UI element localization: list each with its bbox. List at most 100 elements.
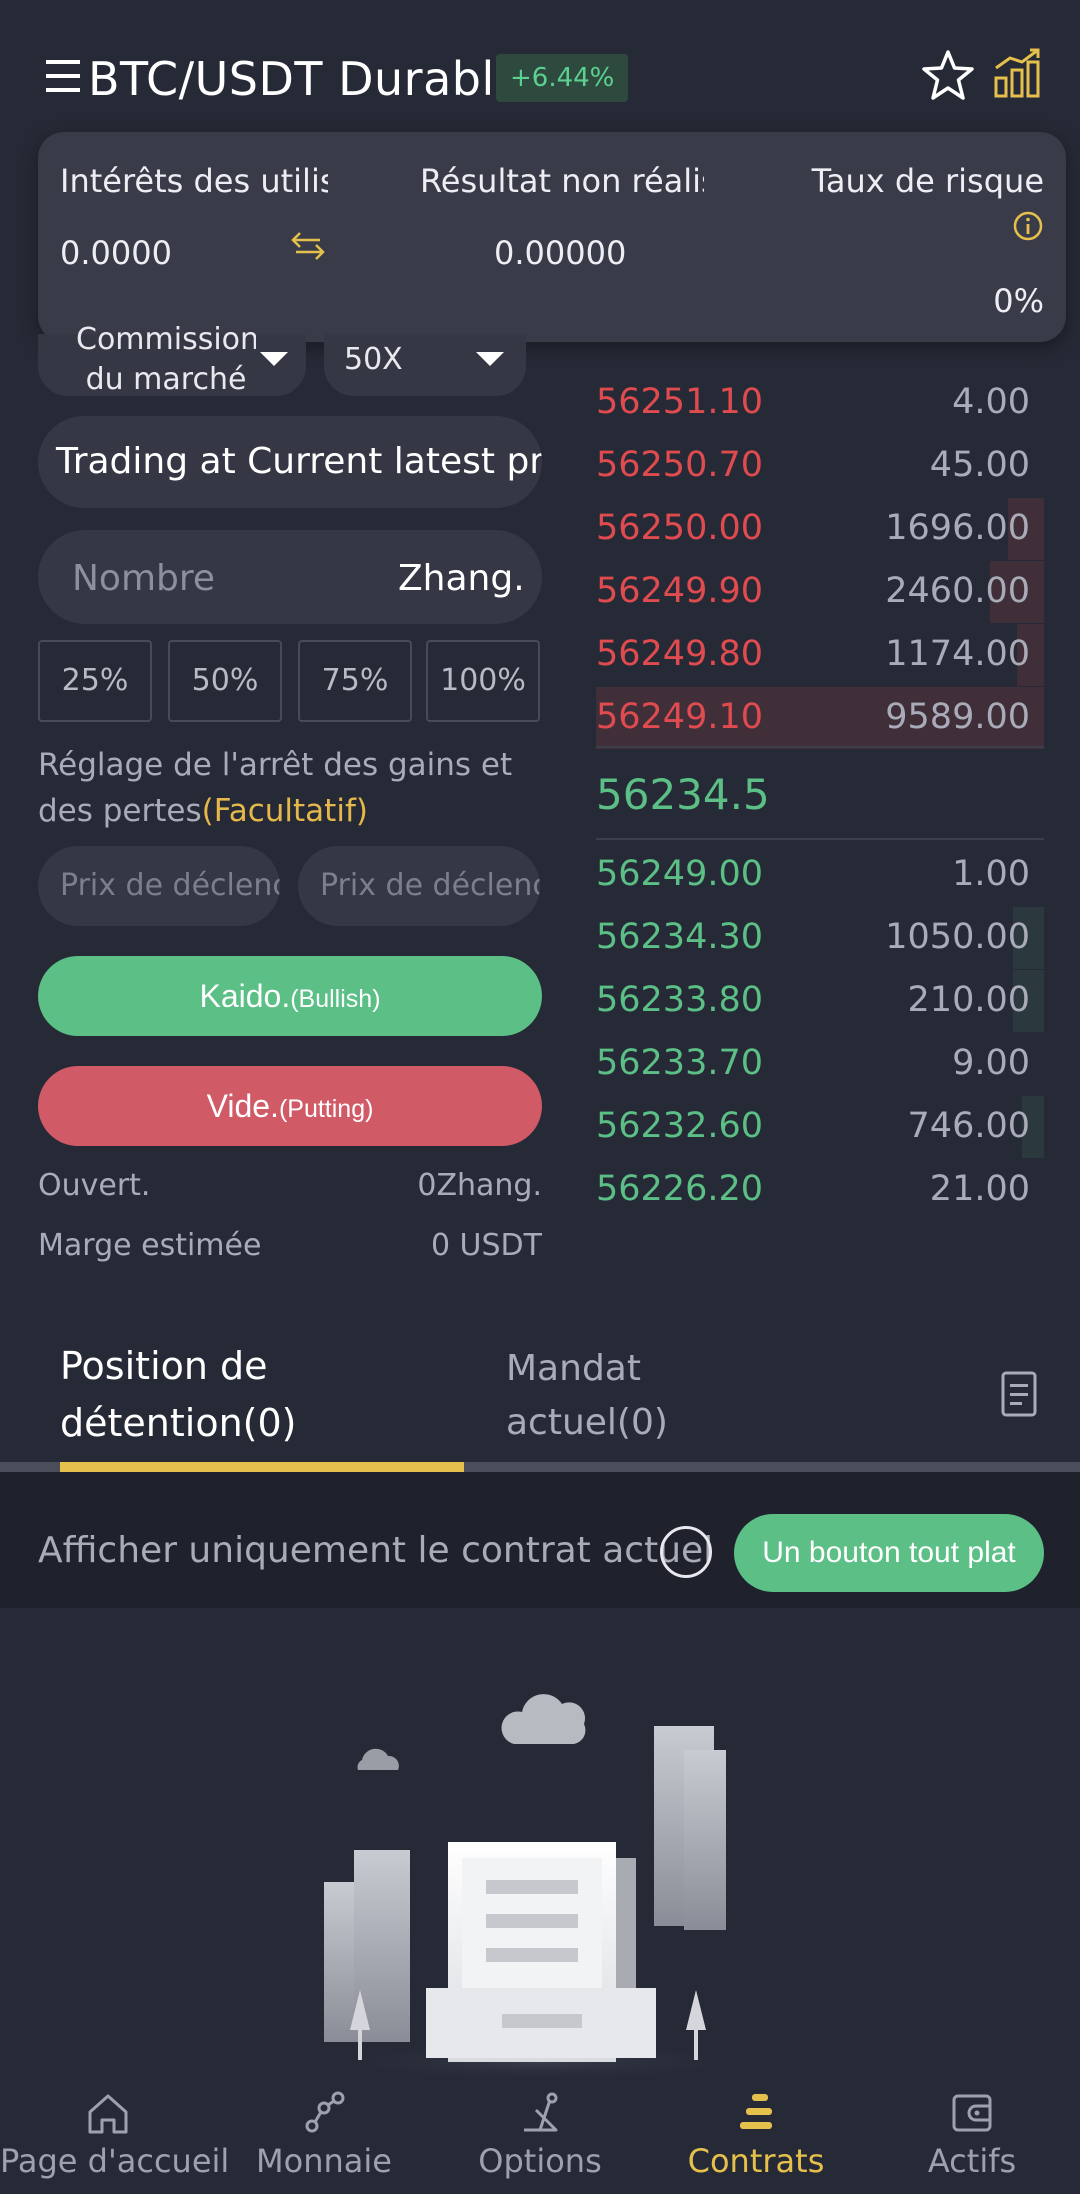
- price-change-badge: +6.44%: [496, 54, 629, 102]
- ask-row[interactable]: 56250.70 45.00: [596, 435, 1044, 497]
- bid-row[interactable]: 56233.80 210.00: [596, 970, 1044, 1032]
- tab-positions-line1: Position de: [60, 1344, 268, 1388]
- stop-loss-trigger-input[interactable]: Prix de déclenchement: [298, 846, 540, 926]
- ask-qty: 9589.00: [885, 697, 1030, 737]
- tab-positions[interactable]: Position de détention(0): [60, 1338, 296, 1452]
- bid-price: 56226.20: [596, 1169, 764, 1209]
- nav-home[interactable]: Page d'accueil: [0, 2090, 230, 2194]
- bid-qty: 1050.00: [885, 917, 1030, 957]
- home-icon: [88, 2094, 128, 2134]
- amount-unit: Zhang.: [398, 558, 525, 599]
- nav-assets[interactable]: Actifs: [864, 2090, 1080, 2194]
- ask-price: 56250.70: [596, 445, 764, 485]
- ask-price: 56250.00: [596, 508, 764, 548]
- ask-row[interactable]: 56249.80 1174.00: [596, 624, 1044, 686]
- open-long-button[interactable]: Kaido.(Bullish): [38, 956, 542, 1036]
- nav-contracts-label: Contrats: [687, 2142, 825, 2180]
- nav-contracts[interactable]: Contrats: [648, 2090, 864, 2194]
- star-icon[interactable]: [920, 48, 976, 104]
- wallet-icon: [952, 2094, 992, 2132]
- leverage-chevron-icon: [476, 352, 504, 366]
- order-type-chevron-icon: [260, 352, 288, 366]
- tpsl-label: Réglage de l'arrêt des gains et des pert…: [38, 742, 558, 834]
- ask-price: 56251.10: [596, 382, 764, 422]
- short-sub-label: (Putting): [278, 1095, 374, 1123]
- tab-orders-line2: actuel(0): [506, 1402, 668, 1443]
- document-icon[interactable]: [1000, 1370, 1038, 1418]
- nav-home-label: Page d'accueil: [0, 2142, 230, 2180]
- pct-50-button[interactable]: 50%: [168, 640, 282, 722]
- info-icon[interactable]: [1012, 210, 1044, 242]
- open-value: 0Zhang.: [417, 1168, 542, 1203]
- ask-qty: 1174.00: [885, 634, 1030, 674]
- bid-qty: 9.00: [952, 1043, 1030, 1083]
- ask-price: 56249.80: [596, 634, 764, 674]
- risk-rate-value: 0%: [993, 282, 1044, 320]
- order-book-divider: [596, 746, 1044, 748]
- open-label: Ouvert.: [38, 1168, 151, 1203]
- ask-row[interactable]: 56251.10 4.00: [596, 372, 1044, 434]
- bid-price: 56233.80: [596, 980, 764, 1020]
- tab-current-orders[interactable]: Mandat actuel(0): [506, 1342, 668, 1450]
- bid-row[interactable]: 56233.70 9.00: [596, 1033, 1044, 1095]
- options-icon: [524, 2092, 558, 2132]
- current-contract-only-label: Afficher uniquement le contrat actuel: [38, 1530, 714, 1571]
- unrealized-pnl-value: 0.00000: [494, 234, 627, 272]
- long-sub-label: (Bullish): [290, 985, 381, 1013]
- swap-icon[interactable]: [290, 228, 326, 264]
- bid-price: 56249.00: [596, 854, 764, 894]
- short-main-label: Vide.: [206, 1088, 279, 1124]
- menu-icon[interactable]: [42, 56, 86, 96]
- tab-active-indicator: [60, 1462, 464, 1472]
- close-all-button[interactable]: Un bouton tout plat: [734, 1514, 1044, 1592]
- nav-currency[interactable]: Monnaie: [216, 2090, 432, 2194]
- chart-icon[interactable]: [992, 48, 1044, 100]
- pct-25-button[interactable]: 25%: [38, 640, 152, 722]
- risk-rate-label: Taux de risque: [811, 162, 1044, 200]
- take-profit-trigger-input[interactable]: Prix de déclenchement: [38, 846, 280, 926]
- price-mode-field[interactable]: Trading at Current latest price: [38, 416, 542, 508]
- long-main-label: Kaido.: [199, 978, 291, 1014]
- ask-price: 56249.10: [596, 697, 764, 737]
- amount-placeholder: Nombre: [72, 558, 216, 599]
- ask-row[interactable]: 56249.90 2460.00: [596, 561, 1044, 623]
- bid-price: 56233.70: [596, 1043, 764, 1083]
- bid-price: 56232.60: [596, 1106, 764, 1146]
- open-short-button[interactable]: Vide.(Putting): [38, 1066, 542, 1146]
- interest-value: 0.0000: [60, 234, 172, 272]
- pct-100-button[interactable]: 100%: [426, 640, 540, 722]
- nav-options[interactable]: Options: [432, 2090, 648, 2194]
- ask-qty: 45.00: [929, 445, 1030, 485]
- order-type-label: du marché: [85, 362, 247, 397]
- current-contract-only-radio[interactable]: [660, 1526, 712, 1578]
- interest-label: Intérêts des utilisateurs: [60, 162, 328, 200]
- bid-row[interactable]: 56232.60 746.00: [596, 1096, 1044, 1158]
- pair-title[interactable]: BTC/USDT Durable: [88, 52, 524, 106]
- currency-icon: [305, 2091, 345, 2133]
- bid-qty: 746.00: [907, 1106, 1030, 1146]
- pct-75-button[interactable]: 75%: [298, 640, 412, 722]
- order-type-label-line1: Commission: [76, 322, 256, 356]
- empty-state-illustration: [320, 1694, 760, 2082]
- contracts-icon: [740, 2094, 772, 2129]
- bid-qty: 210.00: [907, 980, 1030, 1020]
- nav-currency-label: Monnaie: [256, 2142, 392, 2180]
- bid-row[interactable]: 56249.00 1.00: [596, 844, 1044, 906]
- bid-row[interactable]: 56234.30 1050.00: [596, 907, 1044, 969]
- ask-row[interactable]: 56250.00 1696.00: [596, 498, 1044, 560]
- tpsl-optional: (Facultatif): [201, 793, 368, 829]
- tab-orders-line1: Mandat: [506, 1348, 641, 1389]
- ask-price: 56249.90: [596, 571, 764, 611]
- bid-qty: 21.00: [929, 1169, 1030, 1209]
- margin-value: 0 USDT: [430, 1228, 542, 1263]
- last-price: 56234.5: [596, 770, 770, 819]
- order-book-divider: [596, 838, 1044, 840]
- ask-row[interactable]: 56249.10 9589.00: [596, 687, 1044, 749]
- bid-row[interactable]: 56226.20 21.00: [596, 1159, 1044, 1221]
- margin-label: Marge estimée: [38, 1228, 262, 1263]
- nav-options-label: Options: [478, 2142, 602, 2180]
- ask-qty: 1696.00: [885, 508, 1030, 548]
- bid-qty: 1.00: [952, 854, 1030, 894]
- ask-qty: 2460.00: [885, 571, 1030, 611]
- bid-price: 56234.30: [596, 917, 764, 957]
